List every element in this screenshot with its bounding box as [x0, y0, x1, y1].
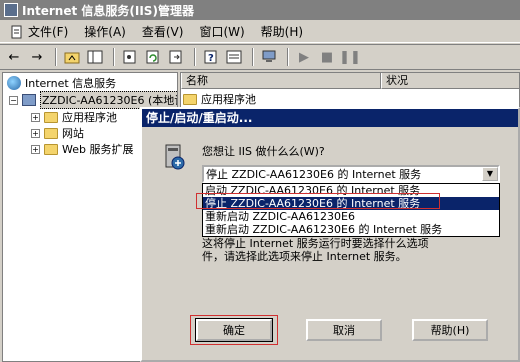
option-restart-services[interactable]: 重新启动 ZZDIC-AA61230E6 的 Internet 服务 [203, 223, 499, 236]
help-button[interactable]: 帮助(H) [412, 319, 488, 341]
dialog-title: 停止/启动/重启动... [142, 109, 518, 127]
cancel-button[interactable]: 取消 [306, 319, 382, 341]
tree-item-app-pools[interactable]: + 应用程序池 [31, 109, 117, 125]
folder-icon [44, 143, 58, 155]
tree-item-iis[interactable]: Internet 信息服务 [7, 75, 116, 91]
back-arrow-icon[interactable]: ← [4, 47, 24, 67]
option-restart-computer[interactable]: 重新启动 ZZDIC-AA61230E6 [203, 210, 499, 223]
toolbar-separator [287, 48, 289, 66]
svg-text:?: ? [208, 53, 214, 64]
up-folder-icon[interactable] [62, 47, 82, 67]
menu-view[interactable]: 查看(V) [134, 22, 192, 42]
expand-icon[interactable]: + [31, 144, 40, 154]
highlight-box [196, 193, 440, 209]
play-icon[interactable]: ▶ [294, 47, 314, 67]
stop-start-dialog: 停止/启动/重启动... 您想让 IIS 做什么么(W)? 停止 ZZDIC-A… [140, 107, 520, 362]
chevron-down-icon[interactable]: ▼ [482, 167, 498, 181]
menu-action[interactable]: 操作(A) [76, 22, 134, 42]
expand-icon[interactable]: + [31, 128, 40, 138]
stop-icon[interactable]: ■ [317, 47, 337, 67]
iis-app-icon [4, 3, 18, 17]
expand-icon[interactable]: + [31, 112, 40, 122]
iis-icon [7, 76, 21, 90]
description-text: 这将停止 Internet 服务运行时要选择什么选项 件，请选择此选项来停止 I… [202, 237, 429, 263]
show-tree-icon[interactable] [85, 47, 105, 67]
console-icon[interactable] [224, 47, 244, 67]
toolbar-separator [194, 48, 196, 66]
list-header: 名称 状况 [181, 73, 519, 89]
title-bar: Internet 信息服务(IIS)管理器 [0, 0, 520, 20]
menu-window[interactable]: 窗口(W) [191, 22, 252, 42]
dialog-question: 您想让 IIS 做什么么(W)? [202, 145, 325, 158]
menu-bar: 文件(F) 操作(A) 查看(V) 窗口(W) 帮助(H) [0, 21, 520, 43]
folder-icon [44, 111, 58, 123]
export-icon[interactable] [166, 47, 186, 67]
computer-icon[interactable] [259, 47, 279, 67]
highlight-box [190, 315, 278, 345]
action-combobox[interactable]: 停止 ZZDIC-AA61230E6 的 Internet 服务 ▼ [202, 165, 500, 183]
action-dropdown-list: 启动 ZZDIC-AA61230E6 的 Internet 服务 停止 ZZDI… [202, 183, 500, 237]
tree-item-web-extensions[interactable]: + Web 服务扩展 [31, 141, 133, 157]
menu-help[interactable]: 帮助(H) [253, 22, 311, 42]
toolbar-separator [113, 48, 115, 66]
forward-arrow-icon[interactable]: → [27, 47, 47, 67]
column-name[interactable]: 名称 [181, 73, 381, 89]
collapse-icon[interactable]: − [9, 95, 18, 105]
help-icon[interactable]: ? [201, 47, 221, 67]
list-item[interactable]: 应用程序池 [183, 91, 256, 107]
tree-item-server[interactable]: − ZZDIC-AA61230E6 (本地计 [9, 91, 177, 109]
toolbar-separator [252, 48, 254, 66]
service-icon [160, 143, 188, 171]
document-icon [10, 25, 24, 39]
toolbar-separator [55, 48, 57, 66]
toolbar: ← → ? ▶ ■ ❚❚ [0, 44, 520, 70]
menu-file[interactable]: 文件(F) [2, 22, 76, 42]
column-status[interactable]: 状况 [381, 73, 519, 89]
folder-icon [44, 127, 58, 139]
combo-value: 停止 ZZDIC-AA61230E6 的 Internet 服务 [206, 168, 422, 181]
window-title: Internet 信息服务(IIS)管理器 [22, 3, 194, 18]
refresh-icon[interactable] [143, 47, 163, 67]
server-icon [22, 94, 36, 106]
pause-icon[interactable]: ❚❚ [339, 47, 361, 67]
tree-item-websites[interactable]: + 网站 [31, 125, 84, 141]
folder-icon [183, 93, 197, 105]
properties-icon[interactable] [120, 47, 140, 67]
